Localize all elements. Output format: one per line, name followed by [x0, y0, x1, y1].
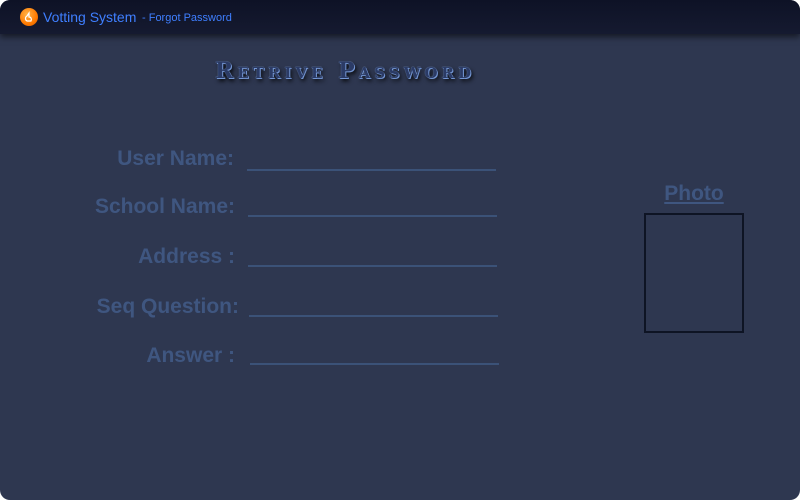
- address-input[interactable]: [248, 241, 501, 263]
- user-name-field-line: [247, 145, 500, 171]
- school-name-field-line: [248, 191, 501, 217]
- user-name-label: User Name:: [117, 147, 234, 170]
- window-subtitle: - Forgot Password: [142, 12, 232, 24]
- photo-label: Photo: [664, 182, 724, 205]
- seq-question-field-line: [249, 291, 502, 317]
- title-bar[interactable]: Votting System - Forgot Password: [0, 0, 800, 34]
- user-name-input[interactable]: [247, 145, 500, 167]
- address-label: Address :: [138, 245, 235, 268]
- address-field-line: [248, 241, 501, 267]
- school-name-input[interactable]: [248, 191, 501, 213]
- app-name: Votting System: [43, 9, 137, 25]
- answer-field-line: [250, 339, 503, 365]
- app-logo-icon: [20, 8, 38, 26]
- seq-question-input[interactable]: [249, 291, 502, 313]
- page-title: Retrive Password: [215, 58, 475, 84]
- answer-label: Answer :: [146, 344, 235, 367]
- forgot-password-window: Votting System - Forgot Password Retrive…: [0, 0, 800, 500]
- photo-box: [644, 213, 744, 333]
- school-name-label: School Name:: [94, 195, 235, 218]
- answer-input[interactable]: [250, 339, 503, 361]
- seq-question-label: Seq Question:: [96, 295, 239, 318]
